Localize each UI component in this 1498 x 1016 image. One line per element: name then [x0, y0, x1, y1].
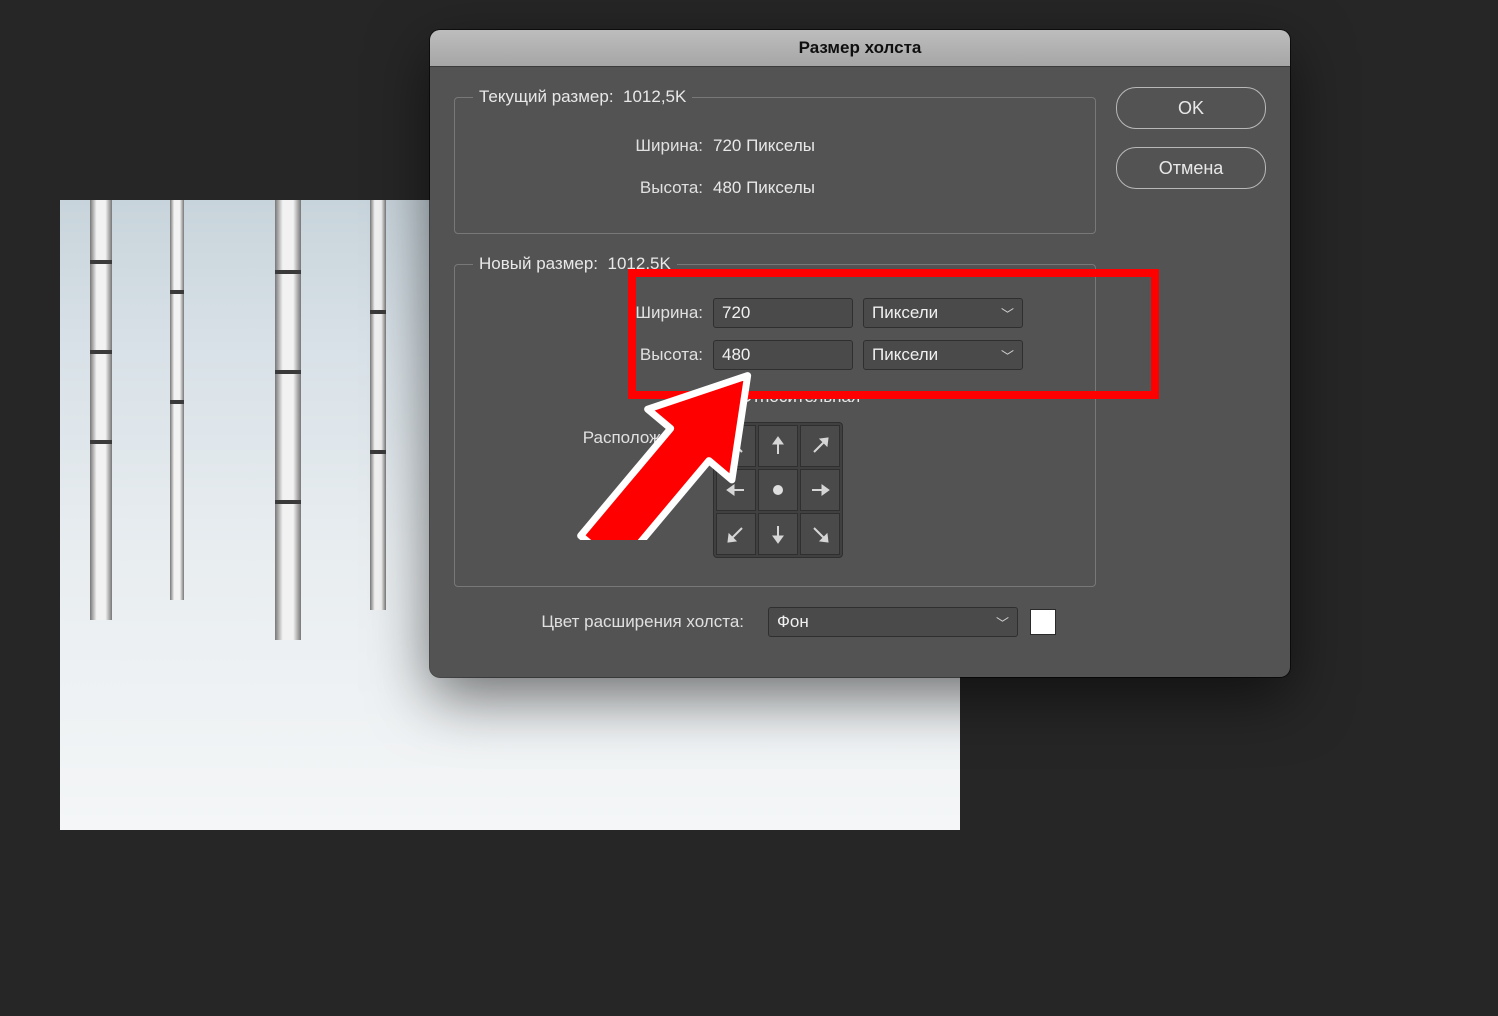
new-size-value: 1012,5K: [608, 254, 671, 273]
anchor-center-dot-icon: [773, 485, 783, 495]
height-unit-select[interactable]: Пиксели ﹀: [863, 340, 1023, 370]
anchor-e[interactable]: [800, 469, 840, 511]
new-size-group: Новый размер: 1012,5K Ширина: Пиксели ﹀ …: [454, 254, 1096, 587]
width-input[interactable]: [713, 298, 853, 328]
dialog-title: Размер холста: [430, 30, 1290, 67]
extension-color-select[interactable]: Фон ﹀: [768, 607, 1018, 637]
current-height-value: 480 Пикселы: [713, 178, 815, 198]
anchor-se[interactable]: [800, 513, 840, 555]
current-width-value: 720 Пикселы: [713, 136, 815, 156]
ok-button[interactable]: OK: [1116, 87, 1266, 129]
width-unit-select[interactable]: Пиксели ﹀: [863, 298, 1023, 328]
current-height-label: Высота:: [473, 178, 713, 198]
extension-color-swatch[interactable]: [1030, 609, 1056, 635]
new-size-legend: Новый размер: 1012,5K: [473, 254, 677, 274]
anchor-n[interactable]: [758, 425, 798, 467]
width-unit-value: Пиксели: [872, 303, 938, 323]
extension-color-value: Фон: [777, 612, 809, 632]
anchor-center[interactable]: [758, 469, 798, 511]
extension-color-label: Цвет расширения холста:: [454, 612, 758, 632]
anchor-nw[interactable]: [716, 425, 756, 467]
anchor-ne[interactable]: [800, 425, 840, 467]
canvas-size-dialog: Размер холста Текущий размер: 1012,5K Ши…: [430, 30, 1290, 677]
chevron-down-icon: ﹀: [1001, 304, 1014, 323]
relative-checkbox[interactable]: [713, 388, 731, 406]
new-height-label: Высота:: [473, 345, 713, 365]
height-unit-value: Пиксели: [872, 345, 938, 365]
cancel-button[interactable]: Отмена: [1116, 147, 1266, 189]
current-width-label: Ширина:: [473, 136, 713, 156]
current-size-value: 1012,5K: [623, 87, 686, 106]
relative-label: Относительная: [739, 387, 860, 407]
height-input[interactable]: [713, 340, 853, 370]
chevron-down-icon: ﹀: [996, 613, 1009, 632]
chevron-down-icon: ﹀: [1001, 346, 1014, 365]
anchor-sw[interactable]: [716, 513, 756, 555]
current-size-legend: Текущий размер: 1012,5K: [473, 87, 692, 107]
current-size-group: Текущий размер: 1012,5K Ширина: 720 Пикс…: [454, 87, 1096, 234]
anchor-w[interactable]: [716, 469, 756, 511]
anchor-label: Расположение:: [473, 422, 713, 448]
new-width-label: Ширина:: [473, 303, 713, 323]
anchor-grid[interactable]: [713, 422, 843, 558]
anchor-s[interactable]: [758, 513, 798, 555]
extension-color-row: Цвет расширения холста: Фон ﹀: [454, 607, 1096, 637]
